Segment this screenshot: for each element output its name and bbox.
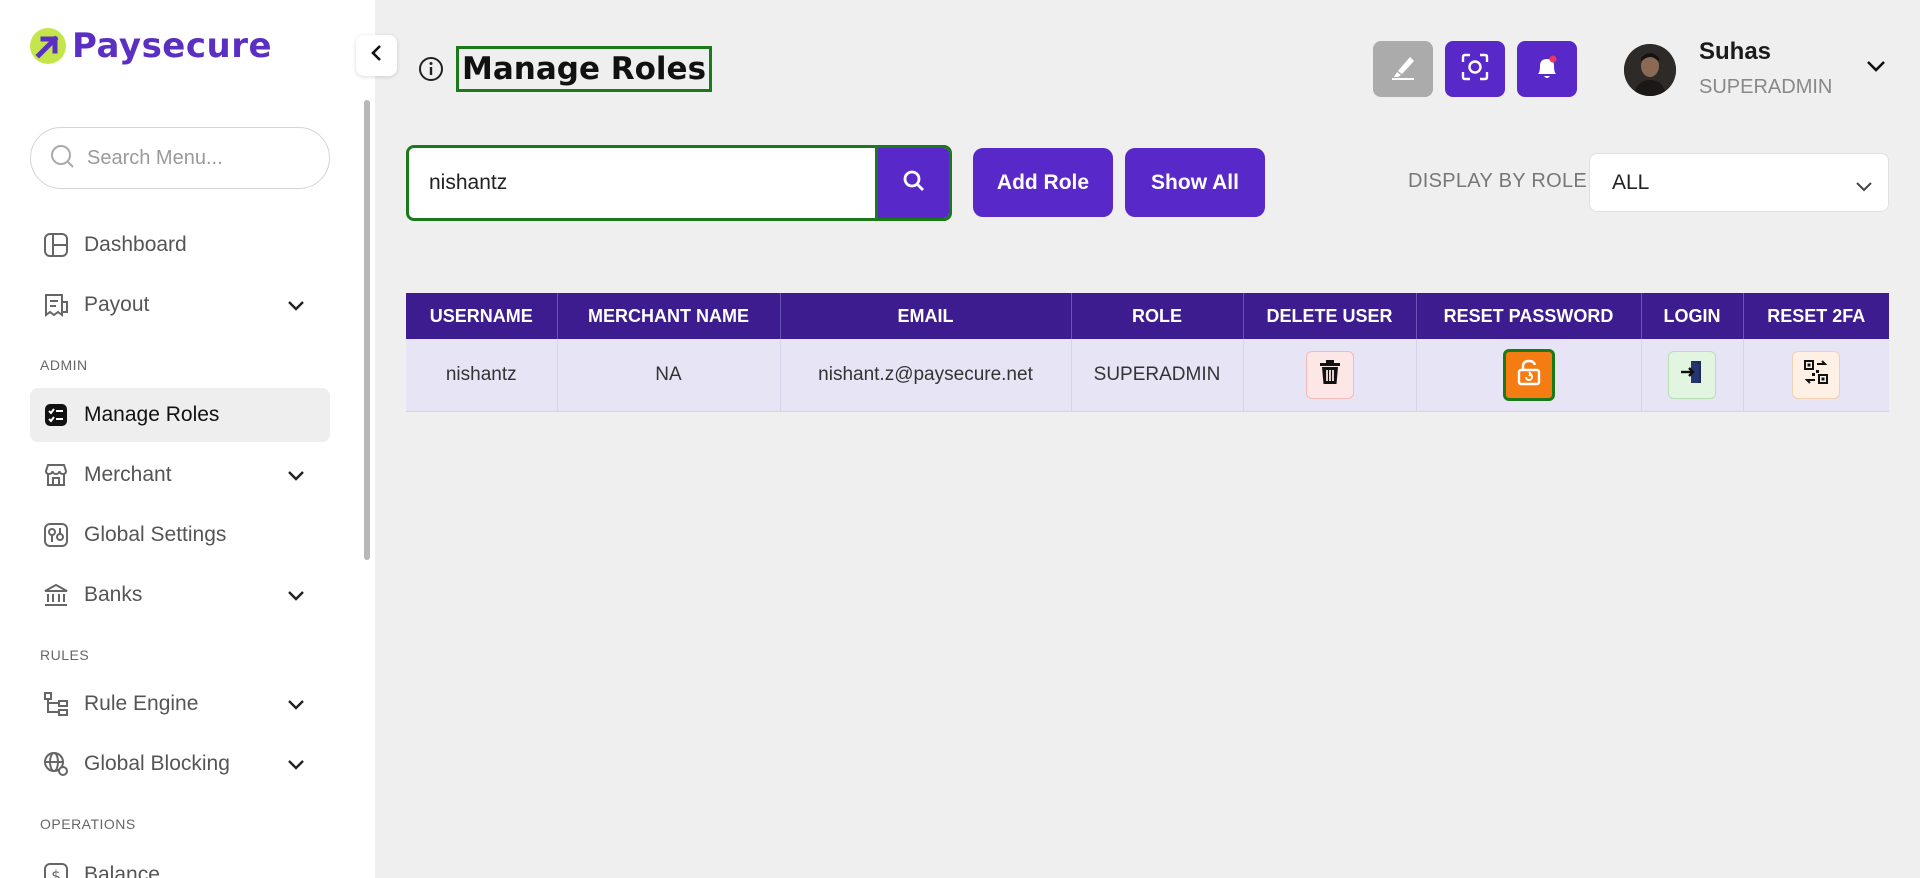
column-header: ROLE	[1071, 293, 1244, 339]
checklist-icon	[42, 401, 70, 429]
dollar-icon: $	[42, 861, 70, 878]
sidebar-item-label: Rule Engine	[84, 692, 199, 715]
focus-capture-icon	[1460, 52, 1490, 87]
cell-merchant-name: NA	[557, 339, 781, 412]
reset-password-button[interactable]	[1502, 348, 1555, 401]
cell-reset-password	[1416, 339, 1642, 412]
menu-search[interactable]	[30, 127, 330, 189]
column-header: RESET PASSWORD	[1416, 293, 1642, 339]
bank-icon	[42, 581, 70, 609]
highlighter-icon	[1388, 52, 1418, 87]
sidebar-collapse-button[interactable]	[356, 35, 397, 76]
sidebar-item-manage-roles[interactable]: Manage Roles	[30, 388, 330, 442]
user-name: Suhas	[1699, 38, 1772, 65]
section-label-operations: OPERATIONS	[40, 816, 136, 832]
section-label-admin: ADMIN	[40, 357, 88, 373]
sidebar-item-label: Global Settings	[84, 523, 227, 546]
sidebar-item-global-blocking[interactable]: Global Blocking	[30, 737, 330, 791]
column-header: DELETE USER	[1243, 293, 1417, 339]
show-all-button[interactable]: Show All	[1125, 148, 1265, 217]
settings-sliders-icon	[42, 521, 70, 549]
notifications-button[interactable]	[1517, 41, 1577, 97]
column-header: RESET 2FA	[1743, 293, 1889, 339]
user-search-input[interactable]	[409, 148, 875, 218]
store-icon	[42, 461, 70, 489]
column-header: MERCHANT NAME	[557, 293, 781, 339]
unlock-icon	[1516, 358, 1542, 392]
sidebar-item-label: Dashboard	[84, 233, 187, 256]
user-menu-chevron-icon[interactable]	[1865, 59, 1887, 78]
trash-icon	[1318, 359, 1342, 391]
delete-user-button[interactable]	[1305, 350, 1354, 399]
sidebar-item-dashboard[interactable]: Dashboard	[30, 218, 330, 272]
user-role: SUPERADMIN	[1699, 76, 1833, 98]
screen-capture-button[interactable]	[1445, 41, 1505, 97]
brand-name: Paysecure	[72, 26, 273, 66]
page-title: Manage Roles	[456, 46, 713, 92]
section-label-rules: RULES	[40, 647, 90, 663]
sidebar-item-rule-engine[interactable]: Rule Engine	[30, 677, 330, 731]
sidebar-item-balance[interactable]: $ Balance	[30, 848, 330, 878]
sidebar-item-label: Global Blocking	[84, 752, 230, 775]
table-header-row: USERNAME MERCHANT NAME EMAIL ROLE DELETE…	[406, 293, 1889, 339]
roles-table: USERNAME MERCHANT NAME EMAIL ROLE DELETE…	[406, 293, 1889, 412]
add-role-button[interactable]: Add Role	[973, 148, 1113, 217]
login-as-user-button[interactable]	[1668, 350, 1716, 399]
column-header: LOGIN	[1641, 293, 1744, 339]
avatar[interactable]	[1624, 44, 1676, 96]
search-icon	[49, 143, 75, 174]
sidebar-item-payout[interactable]: Payout	[30, 278, 330, 332]
cell-username: nishantz	[406, 339, 558, 412]
column-header: EMAIL	[780, 293, 1072, 339]
flow-tree-icon	[42, 690, 70, 718]
sidebar-item-label: Banks	[84, 583, 143, 606]
search-icon	[902, 169, 926, 198]
chevron-left-icon	[369, 43, 385, 68]
logo-mark-icon	[30, 28, 66, 64]
sidebar-scrollbar[interactable]	[364, 100, 370, 560]
sidebar-item-label: Merchant	[84, 463, 172, 486]
cell-delete-user	[1243, 339, 1417, 412]
chevron-down-icon	[286, 585, 306, 609]
chevron-down-icon	[286, 465, 306, 489]
display-by-role-label: DISPLAY BY ROLE	[1408, 170, 1588, 192]
cell-email: nishant.z@paysecure.net	[780, 339, 1072, 412]
sidebar-item-global-settings[interactable]: Global Settings	[30, 508, 330, 562]
chevron-down-icon	[286, 295, 306, 319]
table-row: nishantz NA nishant.z@paysecure.net SUPE…	[406, 339, 1889, 412]
bell-icon	[1532, 52, 1562, 87]
cell-login	[1641, 339, 1744, 412]
sidebar-item-merchant[interactable]: Merchant	[30, 448, 330, 502]
sidebar: Paysecure Dashboard Payout ADMIN Manage …	[0, 0, 375, 878]
login-door-icon	[1679, 359, 1705, 391]
reset-2fa-button[interactable]	[1792, 350, 1841, 399]
search-button[interactable]	[875, 148, 949, 218]
dashboard-icon	[42, 231, 70, 259]
chevron-down-icon	[286, 754, 306, 778]
column-header: USERNAME	[406, 293, 558, 339]
cell-role: SUPERADMIN	[1071, 339, 1244, 412]
cell-reset-2fa	[1743, 339, 1889, 412]
role-filter-value: ALL	[1612, 170, 1650, 194]
brand-logo[interactable]: Paysecure	[30, 26, 272, 66]
receipt-icon	[42, 291, 70, 319]
globe-block-icon	[42, 750, 70, 778]
chevron-down-icon	[1854, 176, 1874, 200]
sidebar-item-label: Manage Roles	[84, 403, 220, 426]
svg-text:$: $	[51, 867, 61, 878]
user-search	[406, 145, 952, 221]
sidebar-item-banks[interactable]: Banks	[30, 568, 330, 622]
info-icon[interactable]	[418, 56, 444, 87]
qr-reset-icon	[1803, 359, 1829, 391]
sidebar-item-label: Balance	[84, 863, 160, 878]
chevron-down-icon	[286, 694, 306, 718]
clear-highlight-button[interactable]	[1373, 41, 1433, 97]
menu-search-input[interactable]	[87, 146, 307, 170]
sidebar-item-label: Payout	[84, 293, 150, 316]
role-filter-select[interactable]: ALL	[1589, 153, 1889, 212]
